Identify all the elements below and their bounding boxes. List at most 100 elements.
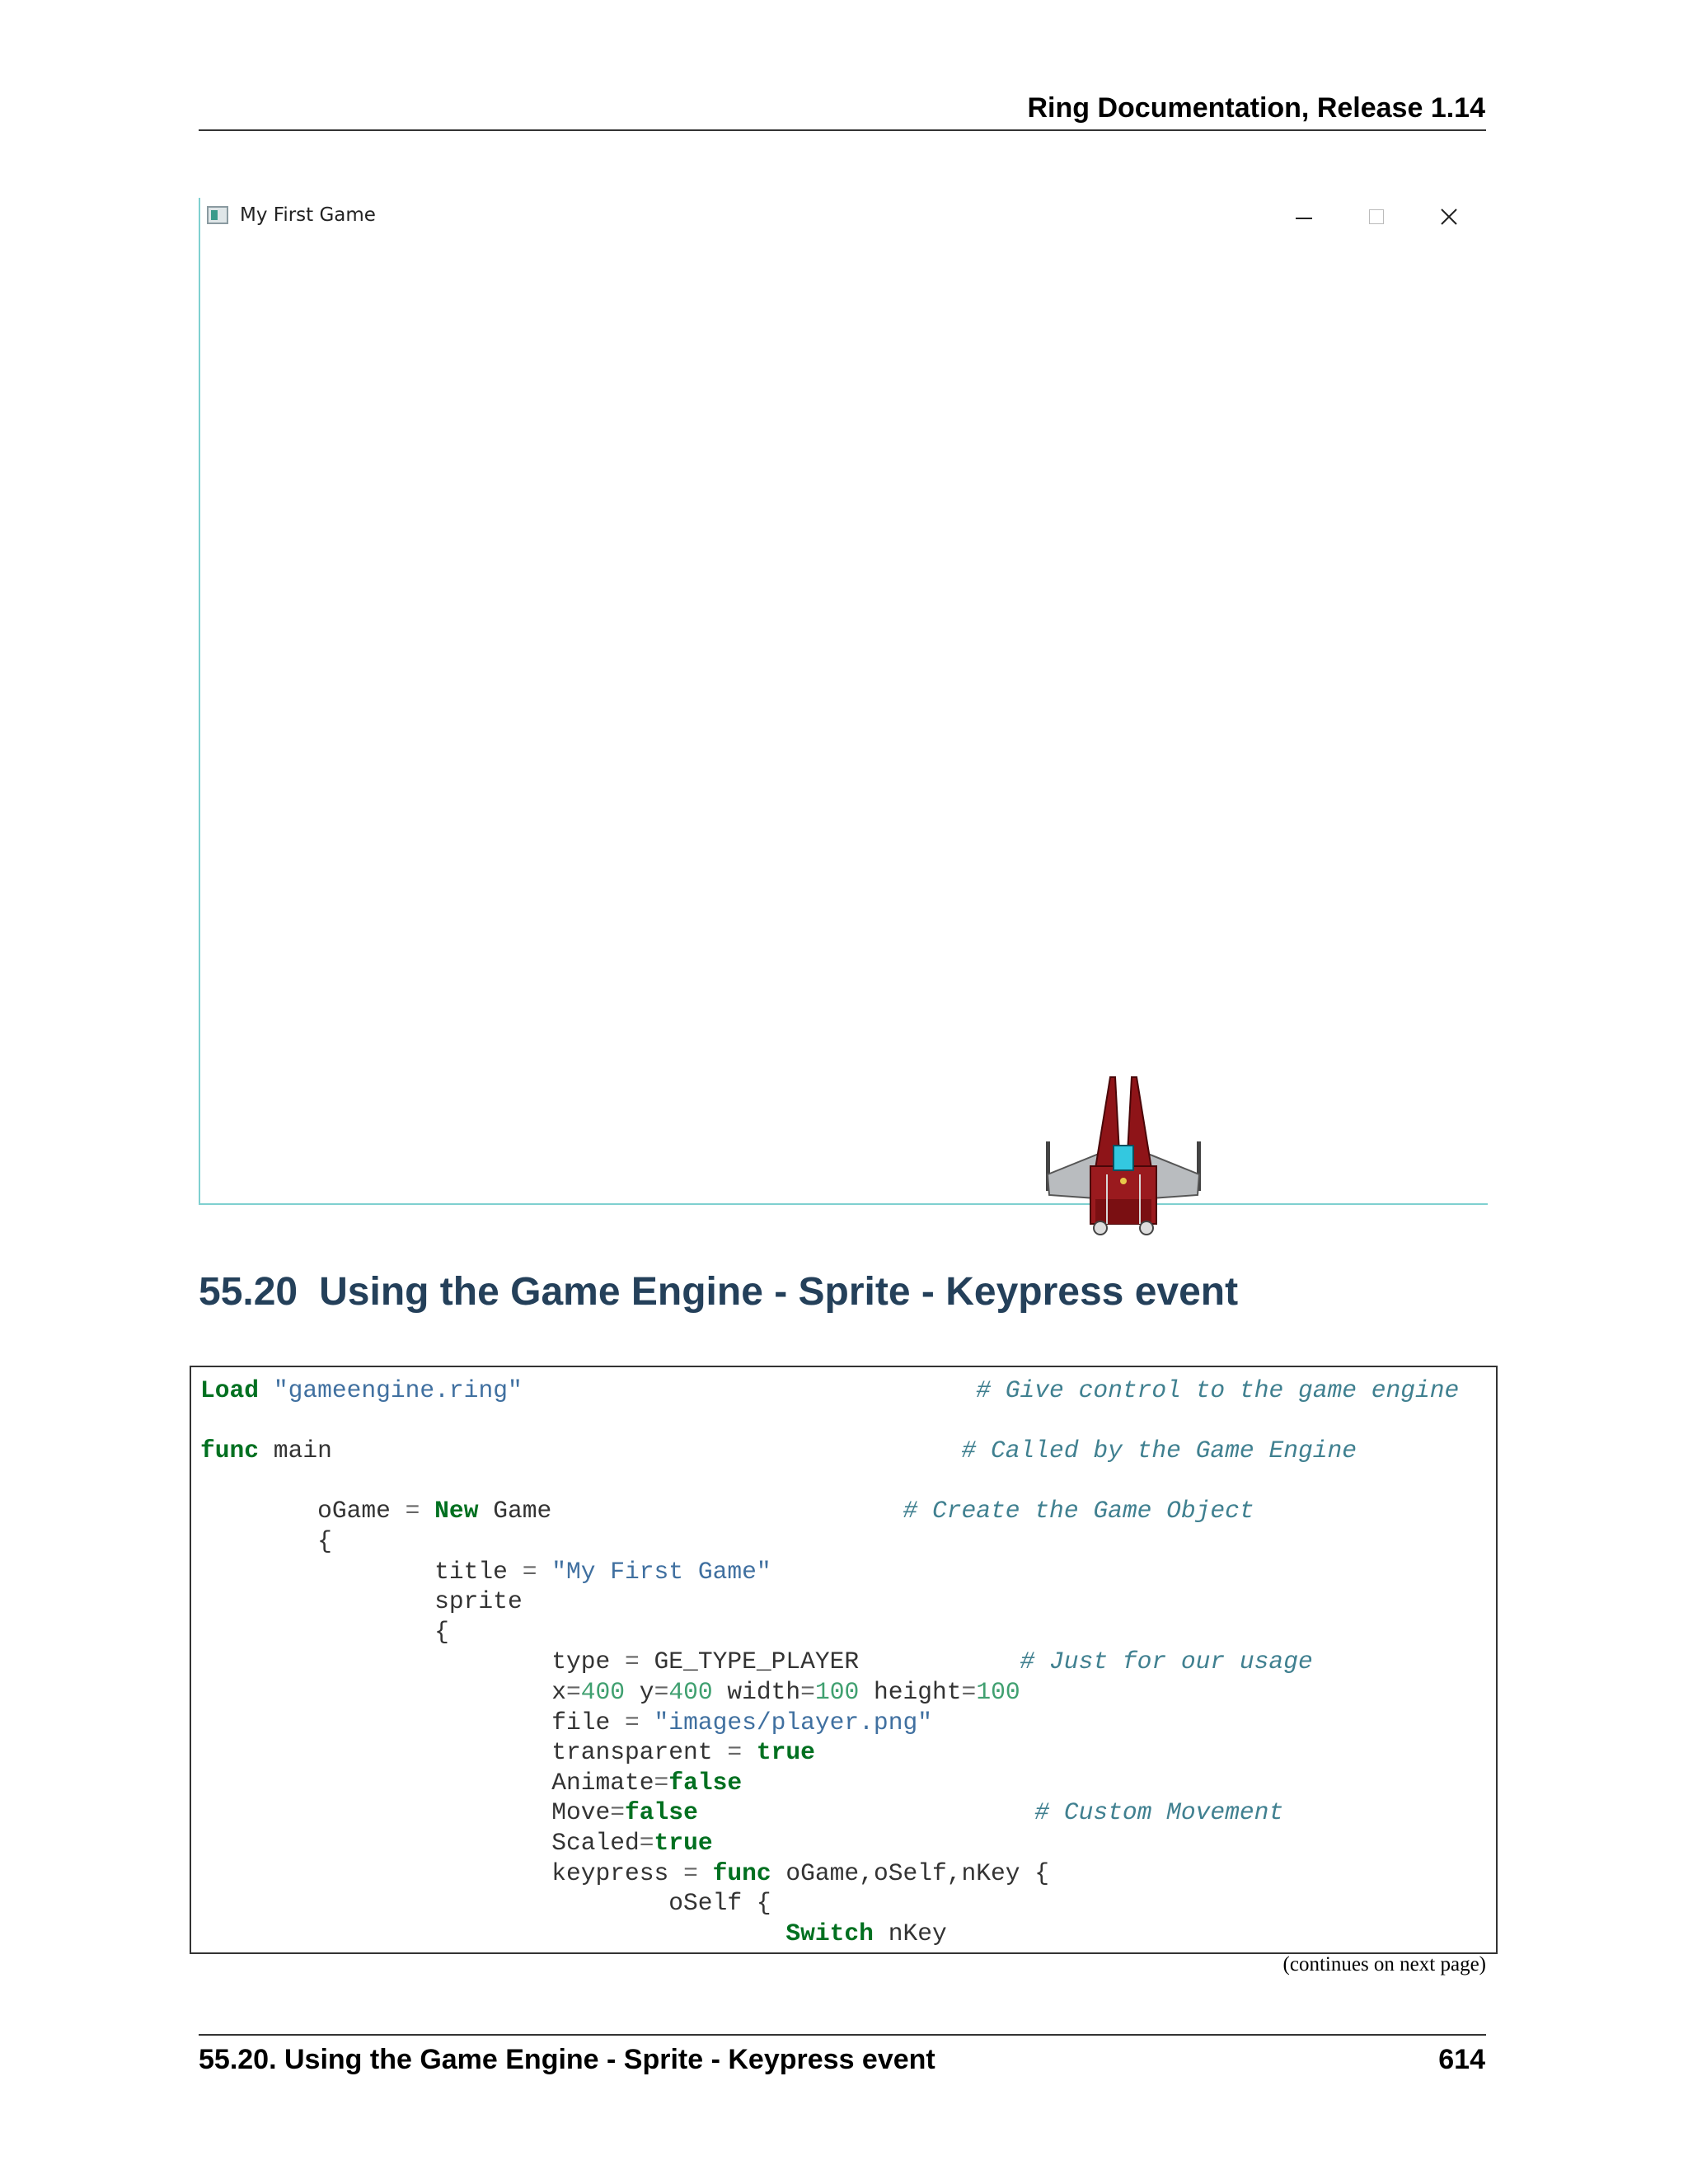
code-operator: = <box>683 1858 698 1887</box>
close-button[interactable] <box>1425 198 1473 236</box>
code-number: 400 <box>668 1677 713 1706</box>
code-string: "My First Game" <box>551 1557 771 1586</box>
code-comment: # Called by the Game Engine <box>961 1436 1357 1465</box>
code-keyword: Load <box>200 1376 260 1404</box>
code-text: x <box>200 1677 566 1706</box>
code-line: oSelf { <box>200 1888 1459 1919</box>
code-operator: = <box>565 1677 581 1706</box>
code-keyword: Switch <box>785 1919 874 1947</box>
code-operator: = <box>654 1768 669 1797</box>
minimize-icon <box>1296 218 1312 219</box>
code-operator: = <box>405 1497 420 1526</box>
code-keyword: true <box>756 1738 815 1767</box>
maximize-button[interactable] <box>1353 198 1400 236</box>
code-string: "images/player.png" <box>654 1708 932 1736</box>
code-text: width <box>712 1677 801 1706</box>
code-text: y <box>625 1677 654 1706</box>
code-line: transparent = true <box>200 1737 1459 1768</box>
continues-note: (continues on next page) <box>1282 1953 1486 1975</box>
code-line: Move=false # Custom Movement <box>200 1797 1459 1828</box>
code-operator: = <box>654 1677 669 1706</box>
code-line: func main # Called by the Game Engine <box>200 1436 1459 1466</box>
code-text: GE_TYPE_PLAYER <box>639 1647 1020 1676</box>
code-operator: = <box>610 1798 626 1827</box>
code-text: oGame,oSelf,nKey { <box>771 1858 1050 1887</box>
code-line: Scaled=true <box>200 1828 1459 1858</box>
code-number: 100 <box>976 1677 1020 1706</box>
code-comment: # Custom Movement <box>1034 1798 1284 1827</box>
code-text: main <box>259 1436 962 1465</box>
code-keyword: func <box>712 1858 771 1887</box>
code-line: { <box>200 1617 1459 1647</box>
code-text: type <box>200 1647 626 1676</box>
code-text: oGame <box>200 1497 406 1526</box>
code-text: nKey <box>873 1919 947 1947</box>
code-keyword: func <box>200 1436 260 1465</box>
window-titlebar: My First Game <box>200 198 1488 236</box>
code-line: title = "My First Game" <box>200 1557 1459 1587</box>
code-line: { <box>200 1526 1459 1557</box>
game-window-screenshot: My First Game <box>199 198 1488 1235</box>
code-text: title <box>200 1557 523 1586</box>
code-line: keypress = func oGame,oSelf,nKey { <box>200 1858 1459 1889</box>
window-title: My First Game <box>240 204 376 226</box>
code-line: file = "images/player.png" <box>200 1708 1459 1738</box>
page-number: 614 <box>1438 2044 1485 2075</box>
footer-rule <box>199 2034 1486 2036</box>
close-icon <box>1441 209 1457 225</box>
code-line: x=400 y=400 width=100 height=100 <box>200 1677 1459 1708</box>
code-text: { <box>200 1617 449 1646</box>
code-operator: = <box>639 1828 654 1857</box>
code-operator: = <box>961 1677 977 1706</box>
code-listing: Load "gameengine.ring" # Give control to… <box>200 1376 1459 1948</box>
code-keyword: false <box>625 1798 698 1827</box>
code-string: "gameengine.ring" <box>273 1376 523 1404</box>
code-line: type = GE_TYPE_PLAYER # Just for our usa… <box>200 1647 1459 1677</box>
player-spaceship-image <box>1046 1076 1201 1235</box>
footer-section-title: 55.20. Using the Game Engine - Sprite - … <box>199 2044 935 2075</box>
section-heading: 55.20 Using the Game Engine - Sprite - Ke… <box>199 1269 1238 1315</box>
code-text: Game <box>478 1497 903 1526</box>
minimize-button[interactable] <box>1280 198 1328 236</box>
section-number: 55.20 <box>199 1270 298 1314</box>
code-comment: # Give control to the game engine <box>976 1376 1460 1404</box>
code-line: oGame = New Game # Create the Game Objec… <box>200 1496 1459 1526</box>
code-keyword: New <box>434 1497 479 1526</box>
maximize-icon <box>1369 209 1384 224</box>
code-line: Switch nKey <box>200 1919 1459 1949</box>
code-text: keypress <box>200 1858 684 1887</box>
code-number: 100 <box>814 1677 860 1706</box>
code-number: 400 <box>580 1677 626 1706</box>
code-text: Move <box>200 1798 611 1827</box>
code-text: oSelf { <box>200 1889 771 1918</box>
code-line: Load "gameengine.ring" # Give control to… <box>200 1376 1459 1406</box>
header-rule <box>199 129 1486 131</box>
code-operator: = <box>522 1557 537 1586</box>
code-keyword: true <box>654 1828 713 1857</box>
code-block: Load "gameengine.ring" # Give control to… <box>190 1366 1498 1954</box>
code-comment: # Just for our usage <box>1020 1647 1313 1676</box>
running-header-title: Ring Documentation, Release 1.14 <box>1027 92 1486 124</box>
code-text: sprite <box>200 1587 523 1616</box>
code-text: { <box>200 1526 332 1555</box>
code-line: sprite <box>200 1586 1459 1617</box>
code-operator: = <box>625 1647 640 1676</box>
section-title: Using the Game Engine - Sprite - Keypres… <box>319 1270 1239 1314</box>
code-operator: = <box>800 1677 815 1706</box>
code-comment: # Create the Game Object <box>903 1497 1254 1526</box>
app-icon <box>207 206 228 224</box>
code-line: Animate=false <box>200 1768 1459 1798</box>
code-text: Animate <box>200 1768 654 1797</box>
code-operator: = <box>625 1708 640 1736</box>
